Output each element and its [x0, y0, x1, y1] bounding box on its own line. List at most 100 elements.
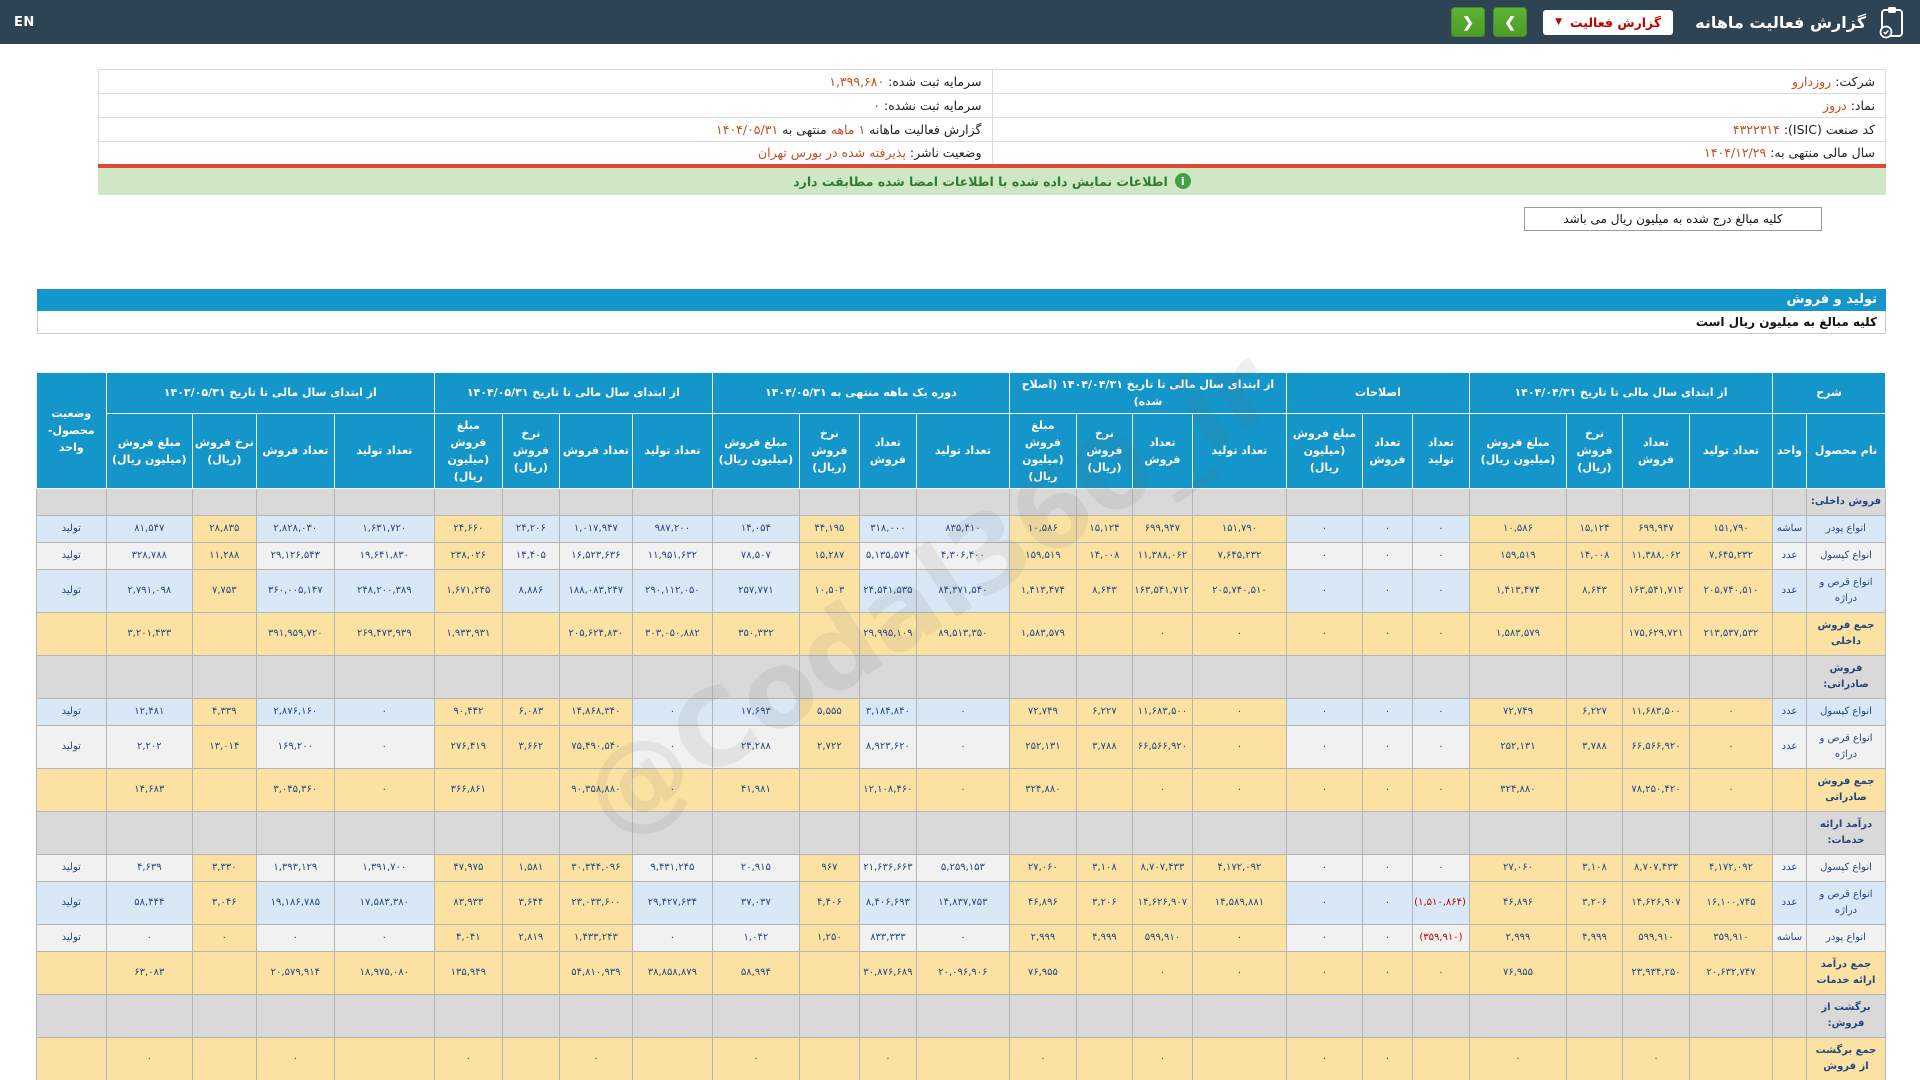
value-cell: ۵۴,۸۱۰,۹۳۹ — [558, 950, 633, 995]
value-cell: ۱۰,۵۸۶ — [1008, 514, 1077, 543]
value-cell: ۴۷,۹۷۵ — [433, 853, 503, 882]
table-cell — [915, 654, 1010, 699]
section-label: فروش صادراتی: — [1806, 654, 1886, 699]
info-icon: i — [1174, 173, 1191, 189]
value-cell: ۴,۴۰۶ — [798, 880, 860, 925]
value-cell: ۴,۰۴۱ — [433, 923, 503, 952]
report-type-label: گزارش فعالیت — [1570, 14, 1662, 30]
table-cell — [105, 810, 193, 855]
unit-cell: عدد — [1772, 541, 1807, 570]
value-cell: ۷۵,۴۹۰,۵۴۰ — [558, 724, 633, 769]
table-cell — [1566, 654, 1623, 699]
table-cell — [501, 810, 560, 855]
table-cell — [711, 654, 800, 699]
column-header: مبلغ فروش (میلیون ریال) — [1285, 412, 1363, 489]
value-cell: ۲۰,۰۹۶,۹۰۶ — [915, 950, 1010, 995]
value-cell: ۲۷,۰۶۰ — [1008, 853, 1077, 882]
value-cell: ۱۷۵,۶۲۹,۷۲۱ — [1622, 611, 1690, 656]
table-cell — [1075, 810, 1133, 855]
table-cell — [191, 487, 257, 516]
next-report-button[interactable]: ❯ — [1493, 7, 1528, 37]
product-name-cell: انواع کپسول — [1806, 853, 1886, 882]
value-cell: ۱۴,۸۶۸,۳۴۰ — [558, 697, 633, 726]
table-cell — [1075, 654, 1133, 699]
table-cell — [558, 487, 633, 516]
value-cell: ۱۵,۱۲۴ — [1075, 514, 1133, 543]
table-cell — [1361, 487, 1413, 516]
value-cell: ۳,۲۰۶ — [1566, 880, 1623, 925]
signed-info-text: اطلاعات نمایش داده شده با اطلاعات امضا ش… — [793, 173, 1168, 189]
status-cell: تولید — [35, 541, 107, 570]
table-cell — [858, 487, 917, 516]
value-cell: ۰ — [1361, 568, 1413, 613]
column-header: تعداد فروش — [1361, 412, 1413, 489]
value-cell: ۲,۹۹۹ — [1008, 923, 1077, 952]
value-cell: ۲,۸۷۶,۱۶۰ — [255, 697, 335, 726]
table-cell — [798, 487, 860, 516]
table-row: جمع فروش داخلی ۲۱۳,۵۳۷,۵۳۲ ۱۷۵,۶۲۹,۷۲۱ ۱,۵۸… — [35, 611, 1886, 656]
value-cell: ۰ — [1689, 767, 1773, 812]
value-cell — [1075, 767, 1133, 812]
column-header: تعداد تولید — [631, 412, 713, 489]
value-cell: ۲,۸۲۸,۰۳۰ — [255, 514, 335, 543]
value-cell: ۱,۰۱۷,۹۴۷ — [558, 514, 633, 543]
value-cell: ۰ — [105, 1036, 193, 1080]
table-cell — [558, 993, 633, 1038]
value-cell: ۸,۹۲۳,۶۲۰ — [858, 724, 917, 769]
unit-cell: ساشه — [1772, 514, 1807, 543]
previous-report-button[interactable]: ❮ — [1451, 7, 1486, 37]
value-cell: ۰ — [1285, 853, 1363, 882]
value-cell: ۱,۲۵۰ — [798, 923, 860, 952]
value-cell: ۷,۷۵۳ — [191, 568, 257, 613]
value-cell: ۰ — [333, 923, 435, 952]
value-cell: ۰ — [1411, 853, 1470, 882]
company-info-body: شرکت: روزدارو سرمایه ثبت شده: ۱,۳۹۹,۶۸۰ نم… — [98, 69, 1886, 166]
product-name-cell: انواع قرص و دراژه — [1806, 880, 1886, 925]
value-cell: ۱۷,۵۸۳,۳۸۰ — [333, 880, 435, 925]
value-cell: ۰ — [1131, 611, 1193, 656]
value-cell: ۰ — [1468, 1036, 1568, 1080]
value-cell: ۴,۳۳۹ — [191, 697, 257, 726]
table-cell — [105, 654, 193, 699]
section-label: برگشت از فروش: — [1806, 993, 1886, 1038]
column-group-header: از ابتدای سال مالی تا تاریخ ۱۴۰۳/۰۵/۳۱ — [105, 371, 435, 414]
unit-cell: عدد — [1772, 568, 1807, 613]
value-cell: ۱,۴۱۳,۴۷۴ — [1008, 568, 1077, 613]
table-cell — [1285, 487, 1363, 516]
table-cell — [558, 654, 633, 699]
value-cell: ۰ — [1285, 767, 1363, 812]
product-name-cell: انواع قرص و دراژه — [1806, 568, 1886, 613]
value-cell: ۶,۲۲۷ — [1566, 697, 1623, 726]
value-cell: ۰ — [1361, 697, 1413, 726]
status-cell — [35, 950, 107, 995]
table-cell — [1468, 993, 1568, 1038]
value-cell: ۲۴,۵۴۱,۵۳۵ — [858, 568, 917, 613]
column-header: تعداد تولید — [1191, 412, 1287, 489]
value-cell: ۱۷,۶۹۳ — [711, 697, 800, 726]
table-cell — [1468, 810, 1568, 855]
value-cell: ۸,۸۸۶ — [501, 568, 560, 613]
value-cell: ۱,۵۸۳,۵۷۹ — [1468, 611, 1568, 656]
value-cell: ۲۳,۹۳۴,۲۵۰ — [1622, 950, 1690, 995]
value-cell: ۰ — [1191, 724, 1287, 769]
value-cell: ۰ — [1131, 950, 1193, 995]
unit-cell — [1772, 611, 1807, 656]
language-toggle[interactable]: EN — [14, 15, 35, 30]
table-cell — [433, 993, 503, 1038]
value-cell: ۰ — [915, 724, 1010, 769]
value-cell — [1075, 950, 1133, 995]
table-cell — [35, 810, 107, 855]
table-cell — [1772, 810, 1807, 855]
value-cell: ۰ — [433, 1036, 503, 1080]
table-cell — [433, 654, 503, 699]
table-cell — [433, 810, 503, 855]
value-cell — [501, 767, 560, 812]
unit-cell — [1772, 950, 1807, 995]
column-group-header: شرح — [1772, 371, 1886, 414]
table-cell — [1075, 993, 1133, 1038]
value-cell: ۳,۳۳۰ — [191, 853, 257, 882]
report-type-dropdown[interactable]: گزارش فعالیت ▼ — [1543, 9, 1674, 35]
value-cell: ۱۴,۸۳۷,۷۵۳ — [915, 880, 1010, 925]
value-cell: ۰ — [631, 724, 713, 769]
value-cell: ۵۸,۴۴۴ — [105, 880, 193, 925]
